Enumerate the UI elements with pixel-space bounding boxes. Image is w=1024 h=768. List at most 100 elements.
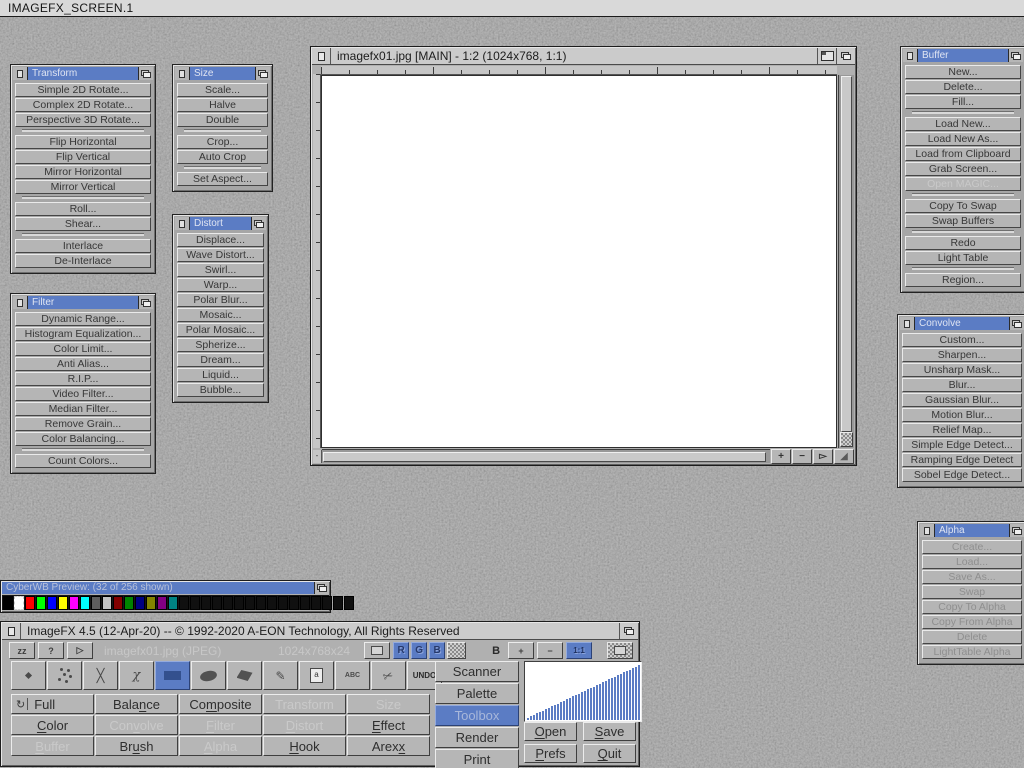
count-colors-button[interactable]: Count Colors... [15, 454, 151, 468]
render-button[interactable]: Render [435, 727, 519, 748]
zoom-ratio-button[interactable]: 1:1 [566, 642, 592, 659]
flip-vertical-button[interactable]: Flip Vertical [15, 150, 151, 164]
prefs-button[interactable]: Prefs [524, 744, 577, 763]
simple-edge-detect-button[interactable]: Simple Edge Detect... [902, 438, 1022, 452]
hook-button[interactable]: Hook [263, 736, 346, 756]
open-button[interactable]: Open [524, 722, 577, 741]
polar-blur-button[interactable]: Polar Blur... [177, 293, 264, 307]
load-new-as-button[interactable]: Load New As... [905, 132, 1021, 146]
palette-swatch-23[interactable] [256, 596, 266, 610]
unsharp-mask-button[interactable]: Unsharp Mask... [902, 363, 1022, 377]
play-icon[interactable]: ▷ [67, 642, 93, 659]
depth-icon[interactable] [1009, 524, 1024, 537]
roll-button[interactable]: Roll... [15, 202, 151, 216]
mirror-vertical-button[interactable]: Mirror Vertical [15, 180, 151, 194]
quit-button[interactable]: Quit [583, 744, 636, 763]
depth-icon[interactable] [255, 67, 270, 80]
composite-button[interactable]: Composite [179, 694, 262, 714]
palette-swatch-13[interactable] [146, 596, 156, 610]
close-icon[interactable] [312, 48, 331, 64]
toolbox-window-titlebar[interactable]: ImageFX 4.5 (12-Apr-20) -- © 1992-2020 A… [2, 623, 638, 640]
color-button[interactable]: Color [11, 715, 94, 735]
scale-button[interactable]: Scale... [177, 83, 268, 97]
depth-icon[interactable] [314, 582, 329, 594]
zoom-gadget-icon[interactable] [817, 48, 836, 64]
new-button[interactable]: New... [905, 65, 1021, 79]
palette-swatch-11[interactable] [124, 596, 134, 610]
lighttable-alpha-button[interactable]: LightTable Alpha [922, 645, 1022, 659]
histogram-equalization-button[interactable]: Histogram Equalization... [15, 327, 151, 341]
freehand-tool[interactable]: ✎ [263, 661, 298, 690]
close-icon[interactable] [13, 67, 28, 80]
palette-swatch-10[interactable] [113, 596, 123, 610]
polygon-tool[interactable] [227, 661, 262, 690]
vertical-scrollbar[interactable] [838, 75, 854, 448]
palette-swatch-25[interactable] [278, 596, 288, 610]
panel-convolve-titlebar[interactable]: Convolve [900, 317, 1024, 330]
depth-icon[interactable] [138, 67, 153, 80]
crop-button[interactable]: Crop... [177, 135, 268, 149]
palette-swatch-31[interactable] [344, 596, 354, 610]
mirror-horizontal-button[interactable]: Mirror Horizontal [15, 165, 151, 179]
line-tool[interactable]: ╳ [83, 661, 118, 690]
box-tool[interactable] [155, 661, 190, 690]
palette-swatch-7[interactable] [80, 596, 90, 610]
screen-titlebar[interactable]: IMAGEFX_SCREEN.1 [0, 0, 1024, 17]
interlace-button[interactable]: Interlace [15, 239, 151, 253]
de-interlace-button[interactable]: De-Interlace [15, 254, 151, 268]
palette-swatch-15[interactable] [168, 596, 178, 610]
palette-swatch-9[interactable] [102, 596, 112, 610]
view-zoom-in-button[interactable]: + [508, 642, 534, 659]
palette-swatch-20[interactable] [223, 596, 233, 610]
resize-handle-icon[interactable]: ◢ [834, 449, 854, 464]
sobel-edge-detect-button[interactable]: Sobel Edge Detect... [902, 468, 1022, 482]
depth-icon[interactable] [1008, 49, 1023, 62]
close-icon[interactable] [920, 524, 935, 537]
palette-swatch-8[interactable] [91, 596, 101, 610]
wave-distort-button[interactable]: Wave Distort... [177, 248, 264, 262]
alpha-channel-toggle[interactable] [447, 642, 466, 659]
screen-grab-button[interactable] [607, 642, 633, 659]
panel-distort-titlebar[interactable]: Distort [175, 217, 266, 230]
region-button[interactable]: Region... [905, 273, 1021, 287]
palette-swatch-1[interactable] [14, 596, 24, 610]
video-filter-button[interactable]: Video Filter... [15, 387, 151, 401]
redo-button[interactable]: Redo [905, 236, 1021, 250]
custom-button[interactable]: Custom... [902, 333, 1022, 347]
save-button[interactable]: Save [583, 722, 636, 741]
save-as-button[interactable]: Save As... [922, 570, 1022, 584]
close-icon[interactable] [13, 296, 28, 309]
spherize-button[interactable]: Spherize... [177, 338, 264, 352]
palette-swatch-19[interactable] [212, 596, 222, 610]
bubble-button[interactable]: Bubble... [177, 383, 264, 397]
palette-swatch-21[interactable] [234, 596, 244, 610]
swap-buffers-button[interactable]: Swap Buffers [905, 214, 1021, 228]
fill-button[interactable]: Fill... [905, 95, 1021, 109]
point-tool[interactable] [11, 661, 46, 690]
palette-swatch-3[interactable] [36, 596, 46, 610]
palette-swatch-30[interactable] [333, 596, 343, 610]
anti-alias-button[interactable]: Anti Alias... [15, 357, 151, 371]
displace-button[interactable]: Displace... [177, 233, 264, 247]
print-button[interactable]: Print [435, 749, 519, 768]
dynamic-range-button[interactable]: Dynamic Range... [15, 312, 151, 326]
grid-toggle-gadget[interactable] [840, 432, 853, 447]
palette-swatch-18[interactable] [201, 596, 211, 610]
median-filter-button[interactable]: Median Filter... [15, 402, 151, 416]
vertical-scroll-thumb[interactable] [841, 76, 852, 432]
shear-button[interactable]: Shear... [15, 217, 151, 231]
gaussian-blur-button[interactable]: Gaussian Blur... [902, 393, 1022, 407]
color-limit-button[interactable]: Color Limit... [15, 342, 151, 356]
effect-button[interactable]: Effect [347, 715, 430, 735]
palette-swatch-17[interactable] [190, 596, 200, 610]
brush-button[interactable]: Brush [95, 736, 178, 756]
polar-mosaic-button[interactable]: Polar Mosaic... [177, 323, 264, 337]
swirl-button[interactable]: Swirl... [177, 263, 264, 277]
load-button[interactable]: Load... [922, 555, 1022, 569]
main-window-titlebar[interactable]: imagefx01.jpg [MAIN] - 1:2 (1024x768, 1:… [312, 48, 855, 65]
copy-to-swap-button[interactable]: Copy To Swap [905, 199, 1021, 213]
palette-swatch-5[interactable] [58, 596, 68, 610]
grab-screen-button[interactable]: Grab Screen... [905, 162, 1021, 176]
palette-swatch-28[interactable] [311, 596, 321, 610]
palette-swatch-22[interactable] [245, 596, 255, 610]
